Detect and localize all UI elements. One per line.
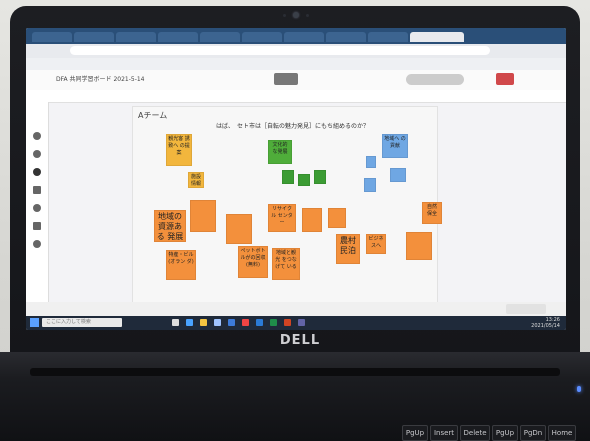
browser-tab[interactable] <box>284 32 324 42</box>
marker-tool-icon[interactable] <box>33 150 41 158</box>
keyboard-key[interactable]: PgUp <box>402 425 428 441</box>
sticky-note[interactable]: 文化的 な発展 <box>268 140 292 164</box>
browser-tab[interactable] <box>326 32 366 42</box>
keyboard-key[interactable]: PgUp <box>492 425 518 441</box>
browser-tab[interactable] <box>200 32 240 42</box>
board-toolbar <box>26 90 566 103</box>
sticky-note[interactable]: 観光客 誘致へ の提案 <box>166 134 192 166</box>
sticky-note[interactable]: 自然 保全 <box>422 202 442 224</box>
taskbar-clock: 13:26 2021/05/14 <box>518 317 560 329</box>
sticky-note[interactable] <box>298 174 310 186</box>
browser-tab[interactable] <box>242 32 282 42</box>
laptop-hinge <box>30 368 560 376</box>
collaborator-avatars[interactable] <box>406 74 464 85</box>
browser-tab-active[interactable] <box>410 32 464 42</box>
sticky-note[interactable]: 農村 民泊 <box>336 234 360 264</box>
sticky-note-tool-icon[interactable] <box>33 222 41 230</box>
pen-tool-icon[interactable] <box>33 132 41 140</box>
board-question: はば、 セト市は［自転の魅力発見］にもち組めるのか？ <box>216 123 370 130</box>
url-field[interactable] <box>70 46 490 55</box>
sticky-note[interactable] <box>328 208 346 228</box>
excel-icon[interactable] <box>270 319 277 326</box>
brand-logo: DELL <box>279 333 321 348</box>
browser-tab[interactable] <box>32 32 72 42</box>
page-indicator[interactable] <box>274 73 298 85</box>
sticky-note[interactable]: ペットボト ルがの回収 (無料) <box>238 246 268 278</box>
sticky-note[interactable] <box>226 214 252 244</box>
keyboard-key[interactable]: Insert <box>430 425 458 441</box>
powerpoint-icon[interactable] <box>284 319 291 326</box>
shape-tool-icon[interactable] <box>33 186 41 194</box>
browser-tab[interactable] <box>158 32 198 42</box>
camera-sensor <box>306 14 309 17</box>
image-tool-icon[interactable] <box>33 204 41 212</box>
sticky-note[interactable]: 地域の 資源ある 発展 <box>154 210 186 242</box>
explorer-icon[interactable] <box>200 319 207 326</box>
browser-tab[interactable] <box>368 32 408 42</box>
keyboard-key[interactable]: Delete <box>460 425 490 441</box>
sticky-note[interactable]: リサイクル センター <box>268 204 296 232</box>
camera-sensor <box>283 14 286 17</box>
sticky-note[interactable] <box>190 200 216 232</box>
sticky-note[interactable]: 地域へ の貢献 <box>382 134 408 158</box>
browser-tab-bar <box>26 28 566 44</box>
sticky-note[interactable] <box>364 178 376 192</box>
sticky-note[interactable] <box>302 208 322 232</box>
chrome-icon[interactable] <box>242 319 249 326</box>
sticky-note[interactable]: ビジネ スへ <box>366 234 386 254</box>
keyboard-key[interactable]: Home <box>548 425 576 441</box>
sticky-note[interactable] <box>366 156 376 168</box>
start-icon[interactable] <box>30 318 39 327</box>
board-footer <box>26 302 566 316</box>
taskbar-search-placeholder: ここに入力して検索 <box>46 319 91 325</box>
sticky-note[interactable] <box>314 170 326 184</box>
store-icon[interactable] <box>214 319 221 326</box>
app-title: DFA 共同学習ボード 2021-5-14 <box>56 76 145 83</box>
sticky-note[interactable]: 施設 情報 <box>188 172 204 188</box>
power-led <box>577 386 581 392</box>
word-icon[interactable] <box>256 319 263 326</box>
select-tool-icon[interactable] <box>33 168 41 176</box>
teams-icon[interactable] <box>298 319 305 326</box>
mail-icon[interactable] <box>228 319 235 326</box>
sticky-note[interactable] <box>390 168 406 182</box>
laptop-screen: DFA 共同学習ボード 2021-5-14 Aチーム はば、 セト市は［自転の魅… <box>26 28 566 330</box>
sticky-note[interactable] <box>282 170 294 184</box>
zoom-control[interactable] <box>506 304 546 314</box>
share-button[interactable] <box>496 73 514 85</box>
task-view-icon[interactable] <box>172 319 179 326</box>
browser-tab[interactable] <box>74 32 114 42</box>
webcam-icon <box>293 12 299 18</box>
board-title: Aチーム <box>138 111 168 120</box>
text-tool-icon[interactable] <box>33 240 41 248</box>
sticky-note[interactable]: 地域と観光 をつなげて いる <box>272 248 300 280</box>
keyboard-key[interactable]: PgDn <box>520 425 546 441</box>
edge-icon[interactable] <box>186 319 193 326</box>
browser-tab[interactable] <box>116 32 156 42</box>
clock-date: 2021/05/14 <box>531 323 560 329</box>
sticky-note[interactable]: 特産・ビル (オラン ダ) <box>166 250 196 280</box>
sticky-note[interactable] <box>406 232 432 260</box>
tool-sidebar <box>26 102 49 302</box>
